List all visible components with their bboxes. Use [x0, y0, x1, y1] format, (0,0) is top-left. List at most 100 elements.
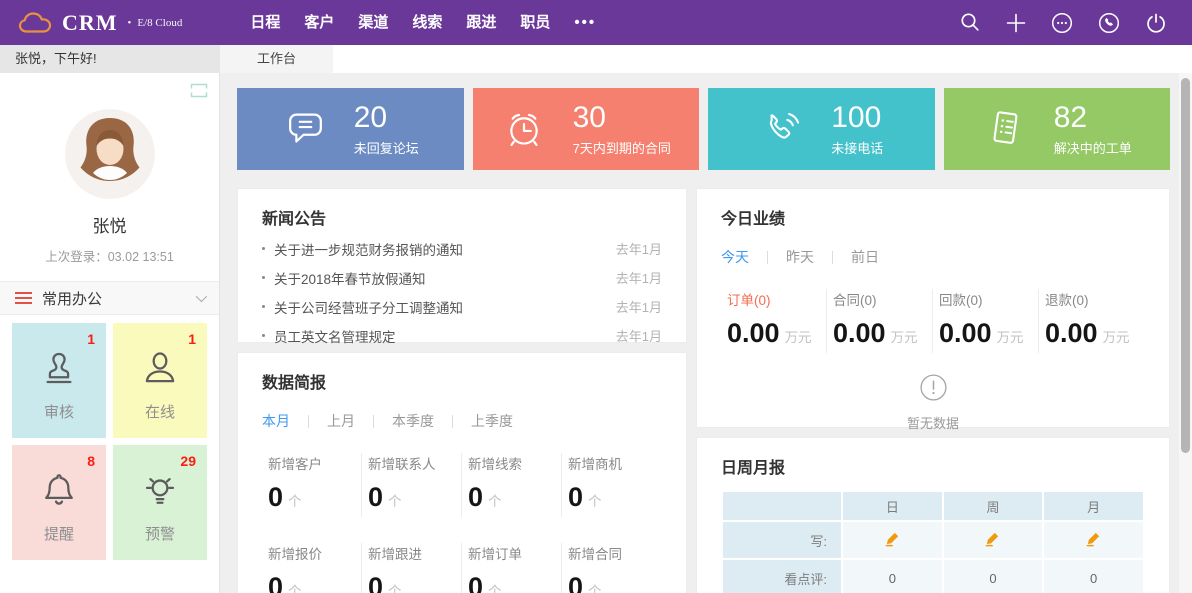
nav-item-schedule[interactable]: 日程 [238, 0, 292, 45]
report-col-day: 日 [843, 492, 942, 520]
stat-card-open-tickets[interactable]: 82 解决中的工单 [944, 88, 1171, 170]
tile-reminders[interactable]: 8 提醒 [12, 445, 106, 560]
tab-this-month[interactable]: 本月 [262, 411, 290, 431]
bullet-dot [262, 305, 265, 308]
write-month-button[interactable] [1085, 530, 1102, 547]
list-icon [15, 292, 32, 304]
avatar[interactable] [65, 109, 155, 199]
tab-day-before[interactable]: 前日 [851, 247, 879, 267]
cloud-logo-icon [18, 11, 52, 34]
user-portrait [65, 109, 155, 199]
search-icon [959, 11, 982, 34]
nav-more-button[interactable]: ••• [562, 0, 608, 45]
news-date: 去年1月 [616, 268, 662, 287]
tile-label: 提醒 [12, 523, 106, 544]
report-row-write-label: 写: [723, 522, 841, 558]
main-nav: 日程 客户 渠道 线索 跟进 职员 ••• [238, 0, 608, 45]
stat-value: 100 [831, 101, 883, 136]
stat-refunds: 退款(0) 0.00万元 [1039, 289, 1145, 353]
common-office-section[interactable]: 常用办公 [0, 281, 219, 315]
worksheet-icon [982, 106, 1028, 152]
power-icon [1144, 11, 1168, 35]
nav-item-followups[interactable]: 跟进 [454, 0, 508, 45]
tile-alerts[interactable]: 29 预警 [113, 445, 207, 560]
stat-value: 30 [573, 101, 671, 136]
stat-cards-row: 20 未回复论坛 30 7天内到期的合同 [237, 88, 1170, 170]
performance-title: 今日业绩 [721, 205, 1145, 229]
tab-yesterday[interactable]: 昨天 [786, 247, 814, 267]
badge-count: 29 [180, 453, 196, 469]
stat-new-contacts: 新增联系人 0个 [362, 453, 462, 517]
more-dots-icon [1050, 11, 1074, 35]
stat-card-missed-calls[interactable]: 100 未接电话 [708, 88, 935, 170]
stat-new-quotes: 新增报价 0个 [262, 543, 362, 593]
bulb-icon [139, 469, 181, 511]
report-row-reviews-label: 看点评: [723, 560, 841, 593]
card-view-button[interactable] [190, 83, 208, 101]
tile-online[interactable]: 1 在线 [113, 323, 207, 438]
news-date: 去年1月 [616, 326, 662, 345]
news-item[interactable]: 关于2018年春节放假通知 去年1月 [262, 263, 662, 292]
tab-this-quarter[interactable]: 本季度 [392, 411, 434, 431]
add-button[interactable] [1005, 12, 1027, 34]
news-item[interactable]: 员工英文名管理规定 去年1月 [262, 321, 662, 350]
chat-bubble-icon [282, 106, 328, 152]
write-day-button[interactable] [884, 530, 901, 547]
phone-circle-icon [1097, 11, 1121, 35]
stat-card-expiring-contracts[interactable]: 30 7天内到期的合同 [473, 88, 700, 170]
tab-last-month[interactable]: 上月 [327, 411, 355, 431]
news-title: 新闻公告 [262, 205, 662, 229]
stat-value: 20 [354, 101, 419, 136]
logout-button[interactable] [1144, 11, 1168, 35]
bullet-dot [262, 276, 265, 279]
tab-last-quarter[interactable]: 上季度 [471, 411, 513, 431]
report-title: 日周月报 [721, 454, 1145, 478]
user-icon [139, 347, 181, 389]
news-item[interactable]: 关于进一步规范财务报销的通知 去年1月 [262, 234, 662, 263]
news-date: 去年1月 [616, 297, 662, 316]
tab-workspace[interactable]: 工作台 [220, 45, 333, 73]
info-exclamation-icon [919, 373, 948, 402]
empty-state: 暂无数据 [721, 373, 1145, 432]
stat-label: 解决中的工单 [1054, 138, 1132, 157]
write-week-button[interactable] [984, 530, 1001, 547]
search-button[interactable] [959, 11, 982, 34]
chevron-down-icon [196, 291, 207, 302]
stamp-icon [38, 347, 80, 389]
news-item[interactable]: 关于公司经营班子分工调整通知 去年1月 [262, 292, 662, 321]
pencil-icon [1085, 530, 1102, 547]
tab-strip: 工作台 [220, 45, 1192, 73]
nav-item-customers[interactable]: 客户 [292, 0, 346, 45]
reviews-week-count: 0 [944, 560, 1043, 593]
tile-approvals[interactable]: 1 审核 [12, 323, 106, 438]
stat-new-opportunities: 新增商机 0个 [562, 453, 662, 517]
scrollbar-thumb[interactable] [1181, 78, 1190, 453]
nav-item-leads[interactable]: 线索 [400, 0, 454, 45]
news-text: 关于公司经营班子分工调整通知 [274, 297, 463, 317]
brief-tabs: 本月 上月 本季度 上季度 [262, 411, 662, 431]
scrollbar-track[interactable] [1179, 73, 1192, 593]
call-button[interactable] [1097, 11, 1121, 35]
tile-label: 在线 [113, 401, 207, 422]
greeting-text: 张悦，下午好! [0, 45, 220, 73]
brackets-icon [190, 83, 208, 98]
nav-item-staff[interactable]: 职员 [508, 0, 562, 45]
stat-payments: 回款(0) 0.00万元 [933, 289, 1039, 353]
logo-title: CRM [62, 10, 118, 36]
user-name: 张悦 [0, 212, 219, 237]
stat-card-forum[interactable]: 20 未回复论坛 [237, 88, 464, 170]
stat-contracts: 合同(0) 0.00万元 [827, 289, 933, 353]
tab-today[interactable]: 今天 [721, 247, 749, 267]
stat-new-customers: 新增客户 0个 [262, 453, 362, 517]
sidebar: 张悦 上次登录：03.02 13:51 常用办公 1 审核 1 [0, 73, 220, 593]
alarm-clock-icon [501, 106, 547, 152]
nav-item-channels[interactable]: 渠道 [346, 0, 400, 45]
data-brief-panel: 数据简报 本月 上月 本季度 上季度 新增客户 0个 新增联系人 [237, 352, 687, 593]
more-button[interactable] [1050, 11, 1074, 35]
bullet-dot [262, 247, 265, 250]
news-date: 去年1月 [616, 239, 662, 258]
app-logo[interactable]: CRM •E/8 Cloud [18, 10, 182, 36]
brief-stats-grid: 新增客户 0个 新增联系人 0个 新增线索 0个 新增商机 [262, 453, 662, 593]
report-table: 日 周 月 写: 看点评: 0 0 [721, 490, 1145, 593]
report-col-month: 月 [1044, 492, 1143, 520]
